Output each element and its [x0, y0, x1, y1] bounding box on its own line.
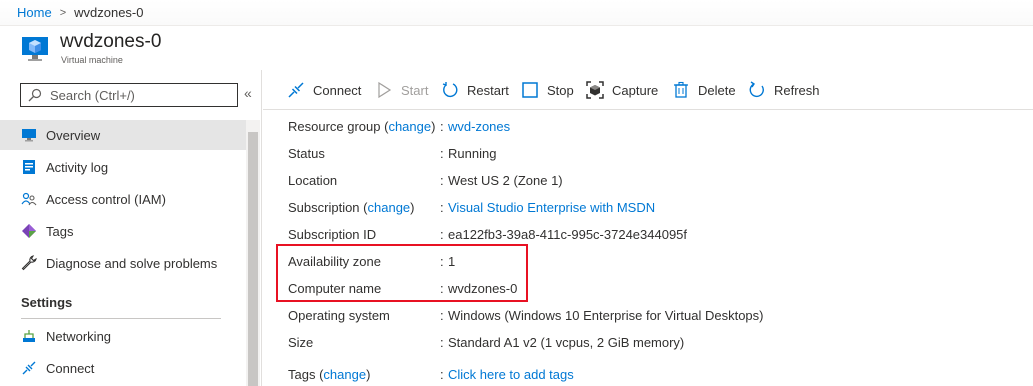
- property-label: Subscription: [288, 200, 360, 215]
- stop-button[interactable]: Stop: [521, 80, 574, 100]
- refresh-button[interactable]: Refresh: [748, 80, 820, 100]
- change-tags-link[interactable]: change: [323, 367, 366, 382]
- property-label: Size: [288, 335, 314, 350]
- property-label: Location: [288, 173, 338, 188]
- wrench-icon: [21, 255, 37, 271]
- change-resource-group-link[interactable]: change: [388, 119, 431, 134]
- sidebar-item-label: Access control (IAM): [46, 191, 166, 207]
- virtual-machine-icon: [22, 37, 48, 61]
- breadcrumb-bar: Home > wvdzones-0: [0, 0, 1033, 26]
- search-icon: [28, 88, 42, 102]
- property-value: ea122fb3-39a8-411c-995c-3724e344095f: [448, 227, 688, 242]
- stop-icon: [522, 82, 538, 98]
- sidebar-item-connect[interactable]: Connect: [0, 353, 246, 383]
- sidebar-item-label: Tags: [46, 223, 74, 239]
- property-label: Subscription ID: [288, 227, 377, 242]
- sidebar-item-label: Overview: [46, 127, 101, 143]
- page-subtitle: Virtual machine: [61, 55, 123, 65]
- property-label: Status: [288, 146, 325, 161]
- capture-button[interactable]: Capture: [586, 80, 658, 100]
- breadcrumb-current: wvdzones-0: [74, 5, 144, 20]
- restart-icon: [442, 82, 458, 98]
- connect-icon: [288, 82, 304, 98]
- monitor-icon: [22, 129, 36, 142]
- property-label: Operating system: [288, 308, 390, 323]
- sidebar-item-label: Networking: [46, 328, 112, 344]
- sidebar-item-activity-log[interactable]: Activity log: [0, 152, 246, 182]
- sidebar-item-tags[interactable]: Tags: [0, 216, 246, 246]
- search-input[interactable]: Search (Ctrl+/): [20, 83, 238, 107]
- breadcrumb: Home > wvdzones-0: [17, 5, 144, 20]
- scrollbar-thumb[interactable]: [248, 132, 258, 386]
- property-resource-group: Resource group (change) : wvd-zones: [288, 119, 511, 134]
- property-status: Status : Running: [288, 146, 497, 161]
- network-icon: [23, 330, 35, 342]
- capture-icon: [586, 81, 604, 99]
- search-placeholder: Search (Ctrl+/): [50, 87, 135, 103]
- page-header: wvdzones-0 Virtual machine: [0, 26, 1033, 70]
- sidebar-item-access-control[interactable]: Access control (IAM): [0, 184, 246, 214]
- activity-log-icon: [23, 160, 35, 174]
- property-value: Running: [448, 146, 497, 161]
- breadcrumb-home-link[interactable]: Home: [17, 5, 52, 20]
- delete-button[interactable]: Delete: [672, 80, 736, 100]
- sidebar-item-label: Activity log: [46, 159, 109, 175]
- start-button[interactable]: Start: [375, 80, 428, 100]
- restart-button[interactable]: Restart: [441, 80, 509, 100]
- essentials-panel: Resource group (change) : wvd-zones Stat…: [263, 110, 1033, 386]
- property-value: Windows (Windows 10 Enterprise for Virtu…: [448, 308, 764, 323]
- resource-group-link[interactable]: wvd-zones: [448, 119, 510, 134]
- sidebar-item-label: Diagnose and solve problems: [46, 255, 218, 271]
- people-icon: [21, 192, 37, 206]
- connect-button[interactable]: Connect: [287, 80, 361, 100]
- connect-icon: [22, 361, 36, 375]
- sidebar-item-overview[interactable]: Overview: [0, 120, 246, 150]
- sidebar-scrollbar[interactable]: [246, 120, 260, 386]
- change-subscription-link[interactable]: change: [368, 200, 411, 215]
- sidebar-item-label: Connect: [46, 360, 95, 376]
- add-tags-link[interactable]: Click here to add tags: [448, 367, 574, 382]
- property-subscription: Subscription (change) : Visual Studio En…: [288, 200, 656, 215]
- property-label: Tags: [288, 367, 316, 382]
- sidebar-item-networking[interactable]: Networking: [0, 321, 246, 351]
- settings-section-header: Settings: [21, 295, 73, 310]
- collapse-sidebar-icon[interactable]: «: [244, 85, 252, 101]
- section-divider: [21, 318, 221, 319]
- play-icon: [378, 81, 392, 99]
- refresh-icon: [749, 81, 764, 98]
- property-label: Resource group: [288, 119, 381, 134]
- property-tags: Tags (change) : Click here to add tags: [288, 367, 574, 382]
- chevron-right-icon: >: [59, 6, 67, 19]
- property-value: Standard A1 v2 (1 vcpus, 2 GiB memory): [448, 335, 685, 350]
- property-location: Location : West US 2 (Zone 1): [288, 173, 563, 188]
- tag-icon: [22, 224, 36, 238]
- sidebar-item-diagnose[interactable]: Diagnose and solve problems: [0, 248, 246, 278]
- property-operating-system: Operating system : Windows (Windows 10 E…: [288, 308, 764, 323]
- command-toolbar: Connect Start Restart Stop Capture Delet…: [263, 70, 1033, 110]
- highlight-annotation-box: [276, 244, 528, 302]
- sidebar: Search (Ctrl+/) « Overview Activity log …: [0, 70, 262, 386]
- subscription-link[interactable]: Visual Studio Enterprise with MSDN: [448, 200, 655, 215]
- property-value: West US 2 (Zone 1): [448, 173, 563, 188]
- trash-icon: [674, 81, 688, 98]
- page-title: wvdzones-0: [60, 31, 162, 52]
- property-size: Size : Standard A1 v2 (1 vcpus, 2 GiB me…: [288, 335, 685, 350]
